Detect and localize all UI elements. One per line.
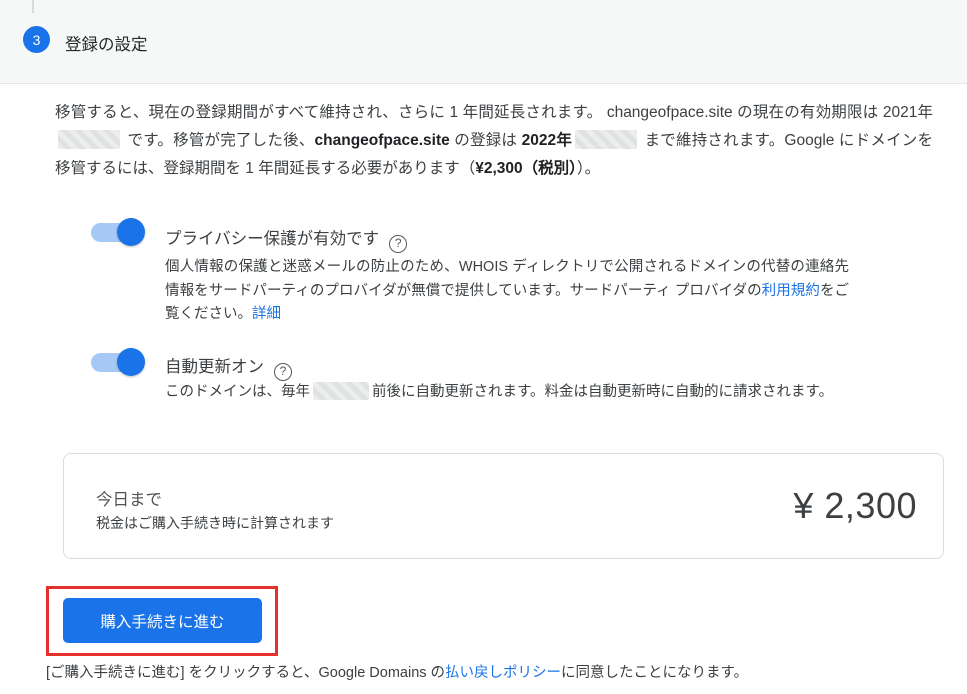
step-connector-line	[32, 0, 34, 13]
text-link[interactable]: 利用規約	[762, 283, 820, 299]
step-number-badge: 3	[23, 26, 50, 53]
privacy-protection-toggle[interactable]	[89, 218, 145, 246]
step-title: 登録の設定	[65, 31, 148, 55]
auto-renew-toggle-label-text: 自動更新オン	[165, 358, 264, 376]
price-summary-box: 今日まで 税金はご購入手続き時に計算されます ¥ 2,300	[63, 453, 944, 559]
redacted-text	[575, 130, 637, 149]
refund-policy-note: [ご購入手続きに進む] をクリックすると、Google Domains の払い戻…	[46, 661, 946, 682]
step-header: 3 登録の設定	[0, 0, 967, 84]
auto-renew-toggle[interactable]	[89, 348, 145, 376]
privacy-toggle-description: 個人情報の保護と迷惑メールの防止のため、WHOIS ディレクトリで公開されるドメ…	[165, 256, 849, 327]
transfer-info-paragraph: 移管すると、現在の登録期間がすべて維持され、さらに 1 年間延長されます。 ch…	[55, 99, 933, 183]
proceed-to-checkout-button[interactable]: 購入手続きに進む	[63, 598, 262, 643]
price-amount: ¥ 2,300	[793, 485, 917, 527]
text-link[interactable]: 払い戻しポリシー	[445, 665, 561, 681]
price-period-label: 今日まで	[96, 486, 162, 510]
auto-renew-description: このドメインは、毎年前後に自動更新されます。料金は自動更新時に自動的に請求されま…	[165, 381, 849, 405]
auto-renew-toggle-label: 自動更新オン?	[165, 353, 292, 381]
registration-settings-page: 3 登録の設定 移管すると、現在の登録期間がすべて維持され、さらに 1 年間延長…	[0, 0, 967, 694]
toggle-knob	[117, 218, 145, 246]
help-icon[interactable]: ?	[274, 363, 292, 381]
privacy-toggle-label: プライバシー保護が有効です?	[165, 225, 407, 253]
red-highlight-annotation: 購入手続きに進む	[46, 586, 278, 656]
tax-note: 税金はご購入手続き時に計算されます	[96, 513, 334, 533]
redacted-text	[313, 382, 369, 400]
help-icon[interactable]: ?	[389, 235, 407, 253]
text-link[interactable]: 詳細	[252, 306, 281, 322]
toggle-knob	[117, 348, 145, 376]
redacted-text	[58, 130, 120, 149]
privacy-toggle-label-text: プライバシー保護が有効です	[165, 230, 379, 248]
